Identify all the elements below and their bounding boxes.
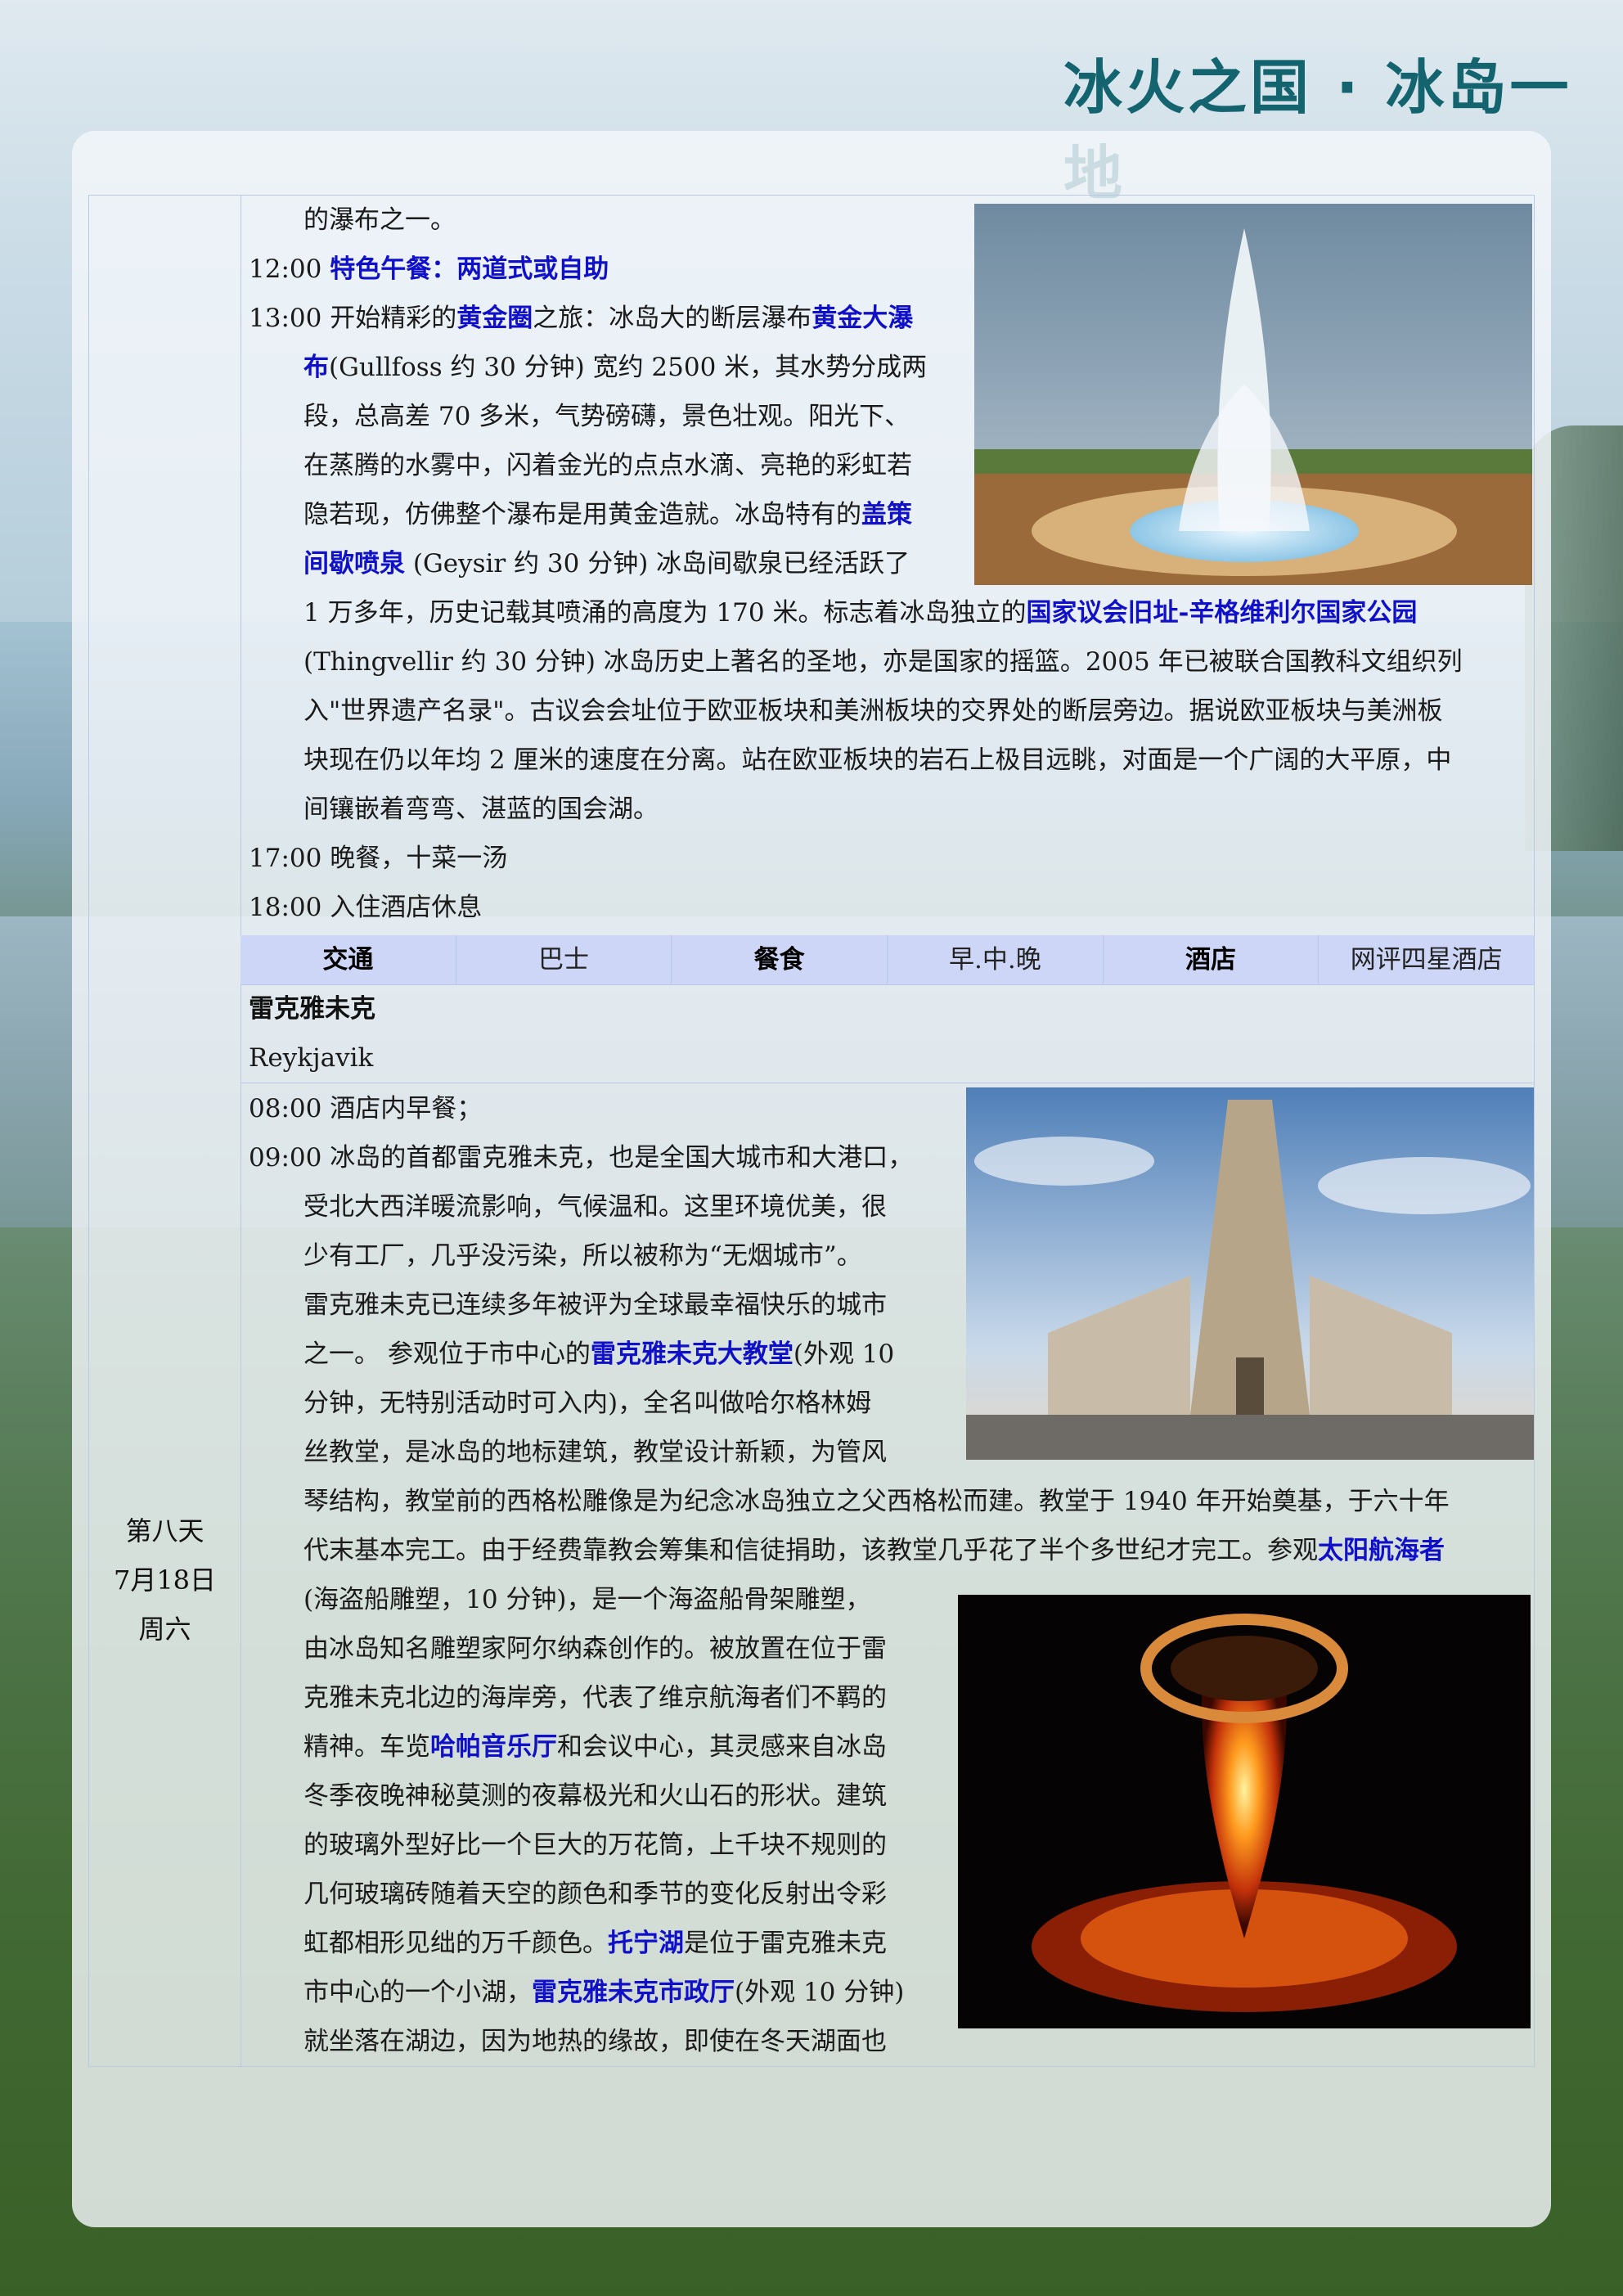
- text-line: 受北大西洋暖流影响，气候温和。这里环境优美，很: [303, 1192, 887, 1222]
- text-line: 市中心的一个小湖，雷克雅未克市政厅(外观 10 分钟): [303, 1978, 905, 2007]
- highlight-link: 黄金大瀑: [812, 304, 914, 333]
- text-line: 就坐落在湖边，因为地热的缘故，即使在冬天湖面也: [303, 2027, 887, 2056]
- schedule-line: 17:00 晚餐，十菜一汤: [249, 844, 508, 873]
- city-name: 雷克雅未克: [249, 994, 375, 1024]
- text-line: 由冰岛知名雕塑家阿尔纳森创作的。被放置在位于雷: [303, 1634, 887, 1663]
- highlight-link: 盖策: [861, 500, 912, 529]
- text-line: 布(Gullfoss 约 30 分钟) 宽约 2500 米，其水势分成两: [303, 353, 928, 382]
- highlight-link: 哈帕音乐厅: [430, 1732, 557, 1762]
- highlight-link: 托宁湖: [608, 1929, 684, 1958]
- highlight-link: 雷克雅未克市政厅: [532, 1978, 735, 2007]
- hotel-label: 酒店: [1104, 935, 1320, 984]
- schedule-line: 12:00 特色午餐：两道式或自助: [249, 254, 609, 284]
- highlight-link: 雷克雅未克大教堂: [590, 1339, 794, 1369]
- text-line: 精神。车览哈帕音乐厅和会议中心，其灵感来自冰岛: [303, 1732, 887, 1762]
- text-line: 代末基本完工。由于经费靠教会筹集和信徒捐助，该教堂几乎花了半个多世纪才完工。参观…: [303, 1536, 1445, 1565]
- transport-label: 交通: [241, 935, 456, 984]
- schedule-line: 13:00 开始精彩的黄金圈之旅：冰岛大的断层瀑布黄金大瀑: [249, 304, 914, 333]
- day-label: 第八天 7月18日 周六: [89, 1506, 241, 1654]
- meals-value: 早.中.晚: [888, 935, 1104, 984]
- text-line: 雷克雅未克已连续多年被评为全球最幸福快乐的城市: [303, 1290, 887, 1320]
- text-line: 少有工厂，几乎没污染，所以被称为“无烟城市”。: [303, 1241, 862, 1271]
- itinerary-table: 第八天 7月18日 周六 的瀑布之一。 12:00 特色午餐：两道式或自助 13…: [88, 195, 1535, 2067]
- text-line: 的瀑布之一。: [303, 205, 456, 235]
- text-line: 冬季夜晚神秘莫测的夜幕极光和火山石的形状。建筑: [303, 1781, 887, 1811]
- text-line: 段，总高差 70 多米，气势磅礴，景色壮观。阳光下、: [303, 402, 910, 431]
- text-line: 入"世界遗产名录"。古议会会址位于欧亚板块和美洲板块的交界处的断层旁边。据说欧亚…: [303, 696, 1443, 726]
- text-line: 虹都相形见绌的万千颜色。托宁湖是位于雷克雅未克: [303, 1929, 887, 1958]
- fire-sculpture-photo: [958, 1595, 1531, 2028]
- text-line: 的玻璃外型好比一个巨大的万花筒，上千块不规则的: [303, 1830, 887, 1860]
- text-line: 丝教堂，是冰岛的地标建筑，教堂设计新颖，为管风: [303, 1438, 887, 1467]
- city-name-en: Reykjavik: [249, 1043, 374, 1073]
- day-name: 第八天: [125, 1515, 205, 1546]
- schedule-line: 09:00 冰岛的首都雷克雅未克，也是全国大城市和大港口，: [249, 1143, 914, 1173]
- text-line: 几何玻璃砖随着天空的颜色和季节的变化反射出令彩: [303, 1880, 887, 1909]
- highlight-link: 国家议会旧址-辛格维利尔国家公园: [1026, 598, 1418, 628]
- text-line: 块现在仍以年均 2 厘米的速度在分离。站在欧亚板块的岩石上极目远眺，对面是一个广…: [303, 745, 1452, 775]
- highlight-link: 间歇喷泉: [303, 549, 405, 579]
- text-line: 在蒸腾的水雾中，闪着金光的点点水滴、亮艳的彩虹若: [303, 451, 912, 480]
- text-line: 间歇喷泉 (Geysir 约 30 分钟) 冰岛间歇泉已经活跃了: [303, 549, 910, 579]
- info-row: 交通 巴士 餐食 早.中.晚 酒店 网评四星酒店: [241, 935, 1534, 984]
- row-divider: [241, 984, 1534, 985]
- day-date: 7月18日: [113, 1564, 217, 1596]
- transport-value: 巴士: [456, 935, 672, 984]
- text-line: 1 万多年，历史记载其喷涌的高度为 170 米。标志着冰岛独立的国家议会旧址-辛…: [303, 598, 1418, 628]
- day-column: [89, 196, 241, 2066]
- highlight-link: 特色午餐：两道式或自助: [330, 254, 609, 284]
- meals-label: 餐食: [672, 935, 888, 984]
- highlight-link: 黄金圈: [456, 304, 533, 333]
- hotel-value: 网评四星酒店: [1350, 945, 1503, 975]
- geyser-photo: [974, 204, 1532, 585]
- text-line: 之一。 参观位于市中心的雷克雅未克大教堂(外观 10: [303, 1339, 895, 1369]
- text-line: 间镶嵌着弯弯、湛蓝的国会湖。: [303, 795, 659, 824]
- text-line: 分钟，无特别活动时可入内)，全名叫做哈尔格林姆: [303, 1389, 872, 1418]
- text-line: 克雅未克北边的海岸旁，代表了维京航海者们不羁的: [303, 1683, 887, 1713]
- schedule-line: 08:00 酒店内早餐；: [249, 1094, 483, 1123]
- text-line: (Thingvellir 约 30 分钟) 冰岛历史上著名的圣地，亦是国家的摇篮…: [303, 647, 1463, 677]
- day-weekday: 周六: [138, 1614, 191, 1645]
- schedule-line: 18:00 入住酒店休息: [249, 893, 483, 922]
- church-photo: [966, 1087, 1534, 1460]
- text-line: 隐若现，仿佛整个瀑布是用黄金造就。冰岛特有的盖策: [303, 500, 912, 529]
- highlight-link: 太阳航海者: [1318, 1536, 1445, 1565]
- text-line: 琴结构，教堂前的西格松雕像是为纪念冰岛独立之父西格松而建。教堂于 1940 年开…: [303, 1487, 1450, 1516]
- text-line: (海盗船雕塑，10 分钟)，是一个海盗船骨架雕塑，: [303, 1585, 871, 1614]
- highlight-link: 布: [303, 353, 329, 382]
